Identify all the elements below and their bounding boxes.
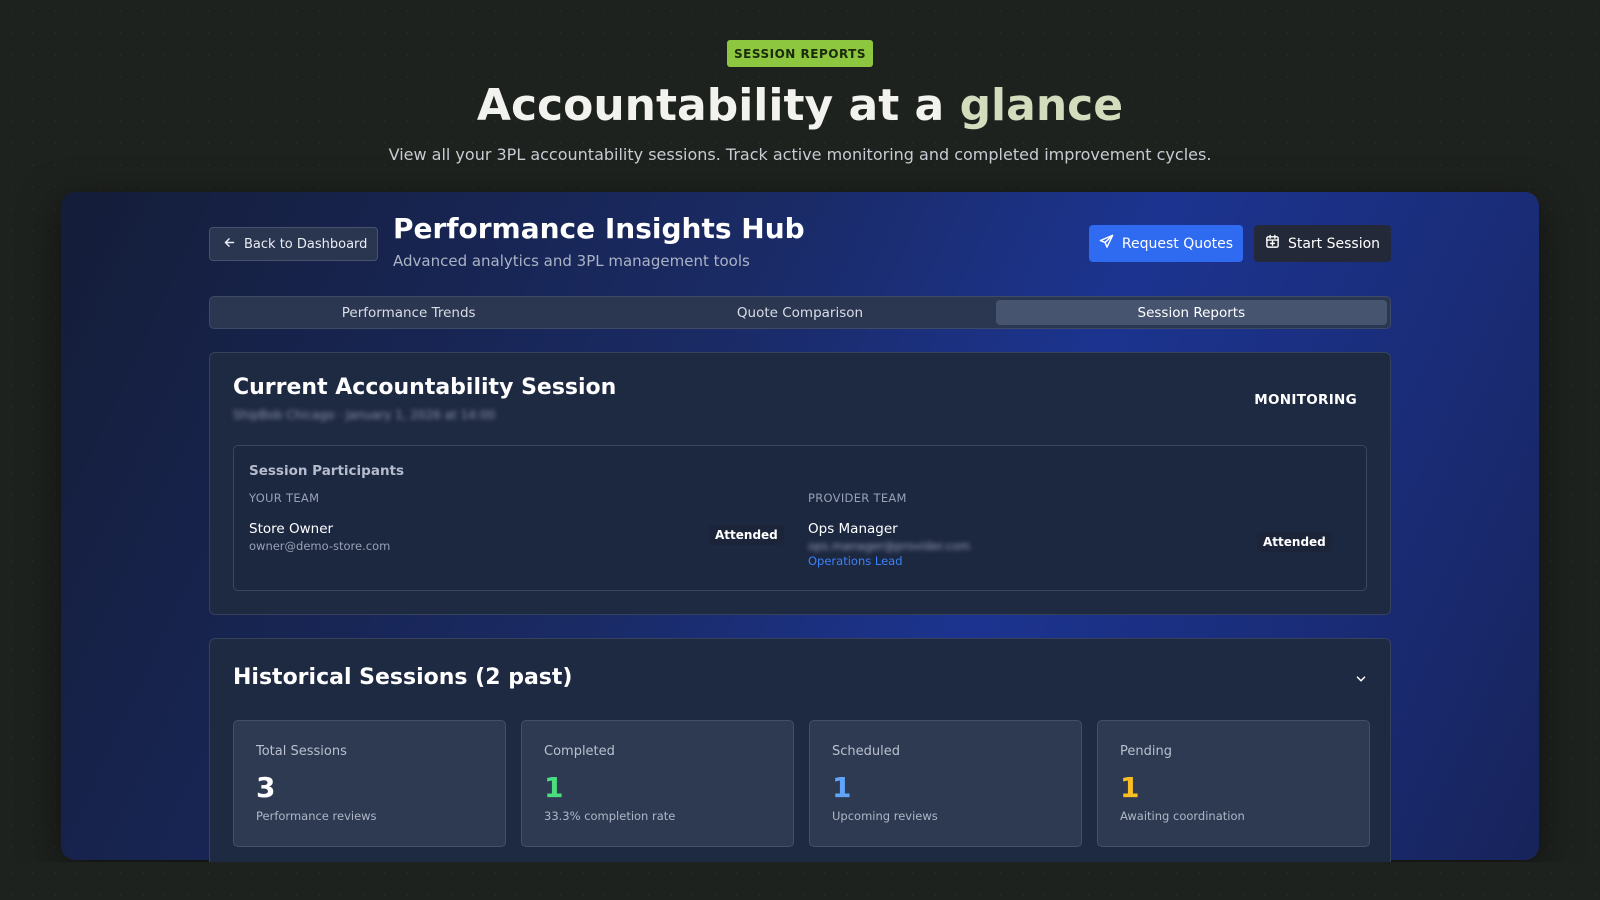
- provider-team-member-email: ops.manager@provider.com: [808, 539, 971, 553]
- arrow-left-icon: [223, 236, 236, 253]
- participants-title: Session Participants: [249, 463, 405, 479]
- request-quotes-label: Request Quotes: [1121, 235, 1234, 252]
- provider-team-member-role[interactable]: Operations Lead: [808, 554, 903, 568]
- stat-value: 1: [544, 771, 564, 804]
- stat-note: Awaiting coordination: [1120, 809, 1245, 823]
- calendar-icon: [1265, 234, 1280, 253]
- participants-panel: Session Participants YOUR TEAM Store Own…: [233, 445, 1367, 591]
- start-session-label: Start Session: [1287, 235, 1381, 252]
- hero-subtitle: View all your 3PL accountability session…: [388, 145, 1212, 164]
- stat-label: Scheduled: [832, 744, 900, 759]
- provider-team-label: PROVIDER TEAM: [808, 491, 907, 505]
- tab-quote-comparison[interactable]: Quote Comparison: [604, 300, 995, 325]
- stat-card-pending: Pending 1 Awaiting coordination: [1097, 720, 1370, 847]
- send-icon: [1099, 234, 1114, 253]
- stat-label: Completed: [544, 744, 615, 759]
- page-title: Performance Insights Hub: [393, 212, 805, 245]
- tab-bar: Performance Trends Quote Comparison Sess…: [209, 296, 1391, 329]
- start-session-button[interactable]: Start Session: [1254, 225, 1391, 262]
- back-button-label: Back to Dashboard: [244, 236, 368, 252]
- stat-note: Performance reviews: [256, 809, 377, 823]
- current-session-meta: ShipBob Chicago · January 1, 2026 at 14:…: [233, 408, 496, 422]
- current-session-title: Current Accountability Session: [233, 375, 617, 400]
- your-team-member-name: Store Owner: [249, 521, 334, 537]
- stat-value: 1: [832, 771, 852, 804]
- your-team-label: YOUR TEAM: [249, 491, 320, 505]
- your-team-member-email: owner@demo-store.com: [249, 539, 391, 553]
- section-badge: SESSION REPORTS: [727, 40, 873, 67]
- chevron-down-icon[interactable]: [1354, 671, 1368, 685]
- tab-performance-trends[interactable]: Performance Trends: [213, 300, 604, 325]
- stat-card-scheduled: Scheduled 1 Upcoming reviews: [809, 720, 1082, 847]
- provider-team-member-name: Ops Manager: [808, 521, 898, 537]
- back-to-dashboard-button[interactable]: Back to Dashboard: [209, 227, 378, 261]
- stat-value: 3: [256, 771, 276, 804]
- your-team-attendance-badge: Attended: [709, 525, 784, 545]
- hero-title-main: Accountability at a: [476, 80, 960, 131]
- page-subtitle: Advanced analytics and 3PL management to…: [393, 252, 750, 270]
- historical-sessions-card: Historical Sessions (2 past) Total Sessi…: [209, 638, 1391, 878]
- tab-session-reports[interactable]: Session Reports: [995, 300, 1387, 325]
- hero-title: Accountability at a glance: [0, 80, 1600, 131]
- current-session-card: Current Accountability Session ShipBob C…: [209, 352, 1391, 615]
- stat-note: Upcoming reviews: [832, 809, 938, 823]
- page-bottom-backdrop: [0, 862, 1600, 900]
- stat-value: 1: [1120, 771, 1140, 804]
- status-badge: MONITORING: [1254, 392, 1357, 408]
- stat-card-total-sessions: Total Sessions 3 Performance reviews: [233, 720, 506, 847]
- hero-title-accent: glance: [959, 80, 1124, 131]
- historical-sessions-title: Historical Sessions (2 past): [233, 665, 573, 690]
- stat-card-completed: Completed 1 33.3% completion rate: [521, 720, 794, 847]
- request-quotes-button[interactable]: Request Quotes: [1089, 225, 1243, 262]
- stat-label: Total Sessions: [256, 744, 347, 759]
- stat-note: 33.3% completion rate: [544, 809, 676, 823]
- provider-team-attendance-badge: Attended: [1257, 532, 1332, 552]
- stat-label: Pending: [1120, 744, 1172, 759]
